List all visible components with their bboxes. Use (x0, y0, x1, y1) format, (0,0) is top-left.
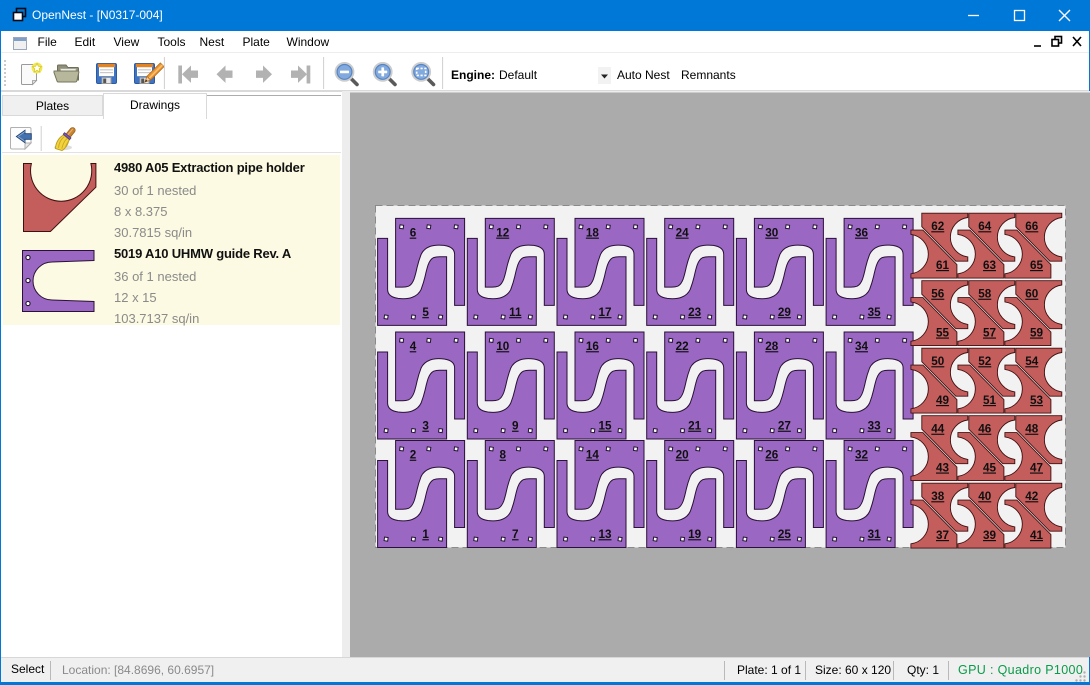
svg-text:22: 22 (676, 340, 690, 353)
svg-text:21: 21 (688, 420, 702, 433)
svg-text:14: 14 (586, 449, 600, 462)
svg-text:40: 40 (978, 490, 992, 503)
svg-text:6: 6 (410, 227, 417, 240)
svg-text:60: 60 (1025, 288, 1039, 301)
svg-text:54: 54 (1025, 355, 1039, 368)
svg-text:66: 66 (1025, 220, 1039, 233)
svg-text:18: 18 (586, 227, 600, 240)
svg-text:62: 62 (931, 220, 945, 233)
svg-text:24: 24 (676, 227, 690, 240)
svg-text:7: 7 (512, 528, 519, 541)
svg-text:4: 4 (410, 340, 417, 353)
svg-text:57: 57 (983, 327, 996, 340)
svg-text:15: 15 (598, 420, 612, 433)
svg-text:3: 3 (422, 420, 429, 433)
svg-text:45: 45 (983, 462, 997, 475)
svg-text:8: 8 (499, 449, 506, 462)
svg-text:63: 63 (983, 259, 997, 272)
svg-text:38: 38 (931, 490, 945, 503)
svg-text:13: 13 (598, 528, 612, 541)
svg-text:61: 61 (936, 259, 950, 272)
svg-text:26: 26 (765, 449, 779, 462)
svg-text:12: 12 (496, 227, 510, 240)
svg-text:11: 11 (509, 306, 522, 319)
svg-text:23: 23 (688, 306, 702, 319)
svg-text:33: 33 (868, 420, 882, 433)
svg-text:5: 5 (422, 306, 429, 319)
svg-text:42: 42 (1025, 490, 1039, 503)
svg-text:44: 44 (931, 423, 945, 436)
svg-text:35: 35 (868, 306, 882, 319)
svg-text:52: 52 (978, 355, 992, 368)
svg-text:65: 65 (1030, 259, 1044, 272)
svg-text:58: 58 (978, 288, 992, 301)
svg-text:55: 55 (936, 327, 950, 340)
svg-text:64: 64 (978, 220, 992, 233)
svg-text:16: 16 (586, 340, 600, 353)
svg-text:9: 9 (512, 420, 519, 433)
svg-text:37: 37 (936, 529, 949, 542)
svg-text:34: 34 (855, 340, 869, 353)
svg-text:31: 31 (868, 528, 882, 541)
svg-text:25: 25 (778, 528, 792, 541)
svg-text:19: 19 (688, 528, 702, 541)
svg-text:28: 28 (765, 340, 779, 353)
svg-text:53: 53 (1030, 394, 1044, 407)
svg-text:50: 50 (931, 355, 945, 368)
svg-text:1: 1 (422, 528, 429, 541)
svg-text:49: 49 (936, 394, 950, 407)
svg-text:59: 59 (1030, 327, 1044, 340)
svg-text:20: 20 (676, 449, 690, 462)
svg-text:10: 10 (496, 340, 510, 353)
svg-text:17: 17 (598, 306, 611, 319)
svg-text:51: 51 (983, 394, 997, 407)
svg-text:56: 56 (931, 288, 945, 301)
svg-text:48: 48 (1025, 423, 1039, 436)
svg-text:47: 47 (1030, 462, 1043, 475)
svg-text:39: 39 (983, 529, 997, 542)
svg-text:32: 32 (855, 449, 869, 462)
svg-text:46: 46 (978, 423, 992, 436)
svg-text:2: 2 (410, 449, 417, 462)
svg-text:30: 30 (765, 227, 779, 240)
svg-text:41: 41 (1030, 529, 1044, 542)
svg-text:43: 43 (936, 462, 950, 475)
svg-text:36: 36 (855, 227, 869, 240)
svg-text:29: 29 (778, 306, 792, 319)
svg-text:27: 27 (778, 420, 791, 433)
